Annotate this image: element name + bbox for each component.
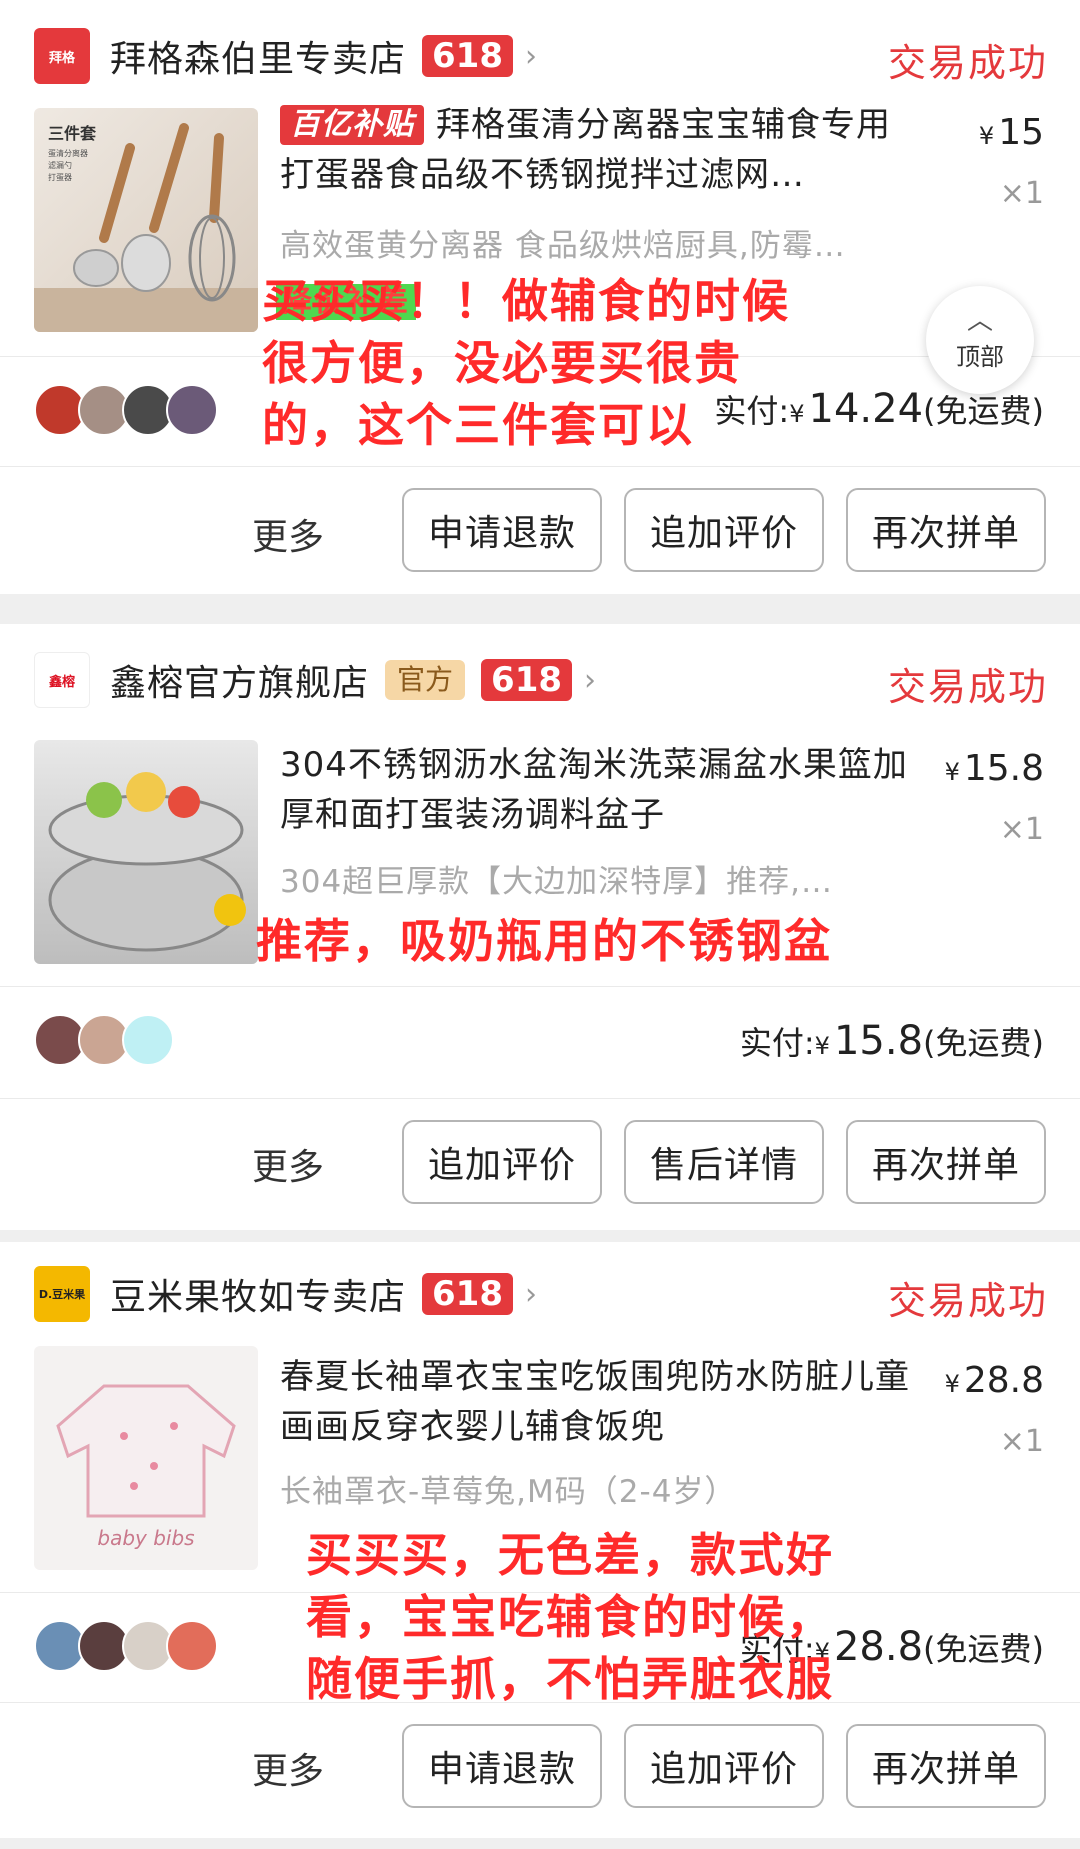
paid-amount: 实付:¥ 15.8(免运费) [740, 1018, 1044, 1064]
product-spec: 长袖罩衣-草莓兔,M码（2-4岁） [280, 1474, 737, 1510]
currency-symbol: ¥ [944, 758, 960, 786]
order-card-3: D.豆米果 豆米果牧如专卖店 618 › 交易成功 baby bibs 春夏长袖… [0, 1242, 1080, 1838]
more-button[interactable]: 更多 [252, 1742, 324, 1794]
paid-value: 15.8 [833, 1018, 924, 1064]
order-status: 交易成功 [887, 41, 1048, 85]
product-image[interactable]: 三件套 蛋清分离器 滤漏勺 打蛋器 [34, 108, 258, 332]
arrow-up-icon: ︿ [966, 305, 993, 336]
product-image[interactable] [34, 740, 258, 964]
shop-name[interactable]: 鑫榕官方旗舰店 [110, 654, 369, 706]
add-review-button[interactable]: 追加评价 [624, 488, 824, 572]
reorder-button[interactable]: 再次拼单 [846, 1724, 1046, 1808]
back-to-top-label: 顶部 [956, 342, 1004, 371]
currency-symbol: ¥ [814, 1032, 830, 1060]
tag-618: 618 [422, 35, 513, 77]
after-sale-button[interactable]: 售后详情 [624, 1120, 824, 1204]
quantity: ×1 [999, 1424, 1044, 1459]
review-annotation: 降价补差 买买买！！做辅食的时候很方便，没必要买很贵的，这个三件套可以 [262, 270, 822, 456]
back-to-top-button[interactable]: ︿ 顶部 [926, 286, 1034, 394]
order-card-1: 拜格 拜格森伯里专卖店 618 › 交易成功 三件套 蛋清分离器 滤漏勺 打蛋器… [0, 0, 1080, 594]
product-title[interactable]: 304不锈钢沥水盆淘米洗菜漏盆水果篮加厚和面打蛋装汤调料盆子 [280, 740, 910, 840]
shop-logo: 鑫榕 [34, 652, 90, 708]
subsidy-badge: 百亿补贴 [280, 105, 424, 145]
chevron-right-icon[interactable]: › [525, 39, 537, 74]
shop-name[interactable]: 拜格森伯里专卖店 [110, 30, 406, 82]
reorder-button[interactable]: 再次拼单 [846, 488, 1046, 572]
review-annotation: 买买买，无色差，款式好看，宝宝吃辅食的时候，随便手抓，不怕弄脏衣服 [306, 1528, 834, 1706]
avatar [166, 1620, 218, 1672]
currency-symbol: ¥ [944, 1370, 960, 1398]
paid-value: 14.24 [808, 386, 924, 432]
quantity: ×1 [999, 812, 1044, 847]
refund-button[interactable]: 申请退款 [402, 488, 602, 572]
product-title[interactable]: 春夏长袖罩衣宝宝吃饭围兜防水防脏儿童画画反穿衣婴儿辅食饭兜 [280, 1352, 910, 1452]
divider [0, 1098, 1080, 1099]
price-value: 15.8 [963, 748, 1044, 789]
shipping-note: (免运费) [923, 1024, 1044, 1062]
refund-button[interactable]: 申请退款 [402, 1724, 602, 1808]
tag-618: 618 [422, 1273, 513, 1315]
product-title[interactable]: 百亿补贴 拜格蛋清分离器宝宝辅食专用打蛋器食品级不锈钢搅拌过滤网… [280, 100, 910, 200]
divider [0, 466, 1080, 467]
divider [0, 986, 1080, 987]
unit-price: ¥15 [979, 112, 1044, 153]
group-avatars [34, 1620, 218, 1672]
avatar [166, 384, 218, 436]
shop-logo: 拜格 [34, 28, 90, 84]
shop-header[interactable]: 鑫榕 鑫榕官方旗舰店 官方 618 › [34, 652, 596, 708]
chevron-right-icon[interactable]: › [525, 1277, 537, 1312]
quantity: ×1 [999, 176, 1044, 211]
review-annotation: 推荐，吸奶瓶用的不锈钢盆 [256, 914, 832, 968]
add-review-button[interactable]: 追加评价 [402, 1120, 602, 1204]
order-status: 交易成功 [887, 1279, 1048, 1323]
order-card-2: 鑫榕 鑫榕官方旗舰店 官方 618 › 交易成功 304不锈钢沥水盆淘米洗菜漏盆… [0, 624, 1080, 1230]
add-review-button[interactable]: 追加评价 [624, 1724, 824, 1808]
shipping-note: (免运费) [923, 1630, 1044, 1668]
group-avatars [34, 384, 218, 436]
more-button[interactable]: 更多 [252, 1138, 324, 1190]
currency-symbol: ¥ [978, 122, 995, 150]
chevron-right-icon[interactable]: › [584, 663, 596, 698]
price-value: 28.8 [963, 1360, 1044, 1401]
annotation-text: 买买买！！做辅食的时候很方便，没必要买很贵的，这个三件套可以 [262, 274, 790, 452]
order-status: 交易成功 [887, 665, 1048, 709]
product-spec: 304超巨厚款【大边加深特厚】推荐,… [280, 864, 834, 900]
unit-price: ¥28.8 [945, 1360, 1044, 1401]
tag-official: 官方 [385, 660, 466, 700]
thumb-caption: baby bibs [97, 1526, 195, 1550]
shop-logo-text: 鑫榕 [48, 674, 75, 690]
shop-logo-text: 拜格 [48, 50, 75, 66]
shipping-note: (免运费) [923, 392, 1044, 430]
group-avatars [34, 1014, 174, 1066]
shop-header[interactable]: D.豆米果 豆米果牧如专卖店 618 › [34, 1266, 537, 1322]
more-button[interactable]: 更多 [252, 508, 324, 560]
shop-header[interactable]: 拜格 拜格森伯里专卖店 618 › [34, 28, 537, 84]
avatar [122, 1014, 174, 1066]
shop-name[interactable]: 豆米果牧如专卖店 [110, 1268, 406, 1320]
reorder-button[interactable]: 再次拼单 [846, 1120, 1046, 1204]
shop-logo: D.豆米果 [34, 1266, 90, 1322]
unit-price: ¥15.8 [945, 748, 1044, 789]
paid-label: 实付: [739, 1024, 815, 1062]
price-value: 15 [998, 112, 1044, 153]
product-image[interactable]: baby bibs [34, 1346, 258, 1570]
shop-logo-text: D.豆米果 [38, 1288, 86, 1301]
tag-618: 618 [481, 659, 573, 701]
product-spec: 高效蛋黄分离器 食品级烘焙厨具,防霉… [280, 228, 846, 264]
